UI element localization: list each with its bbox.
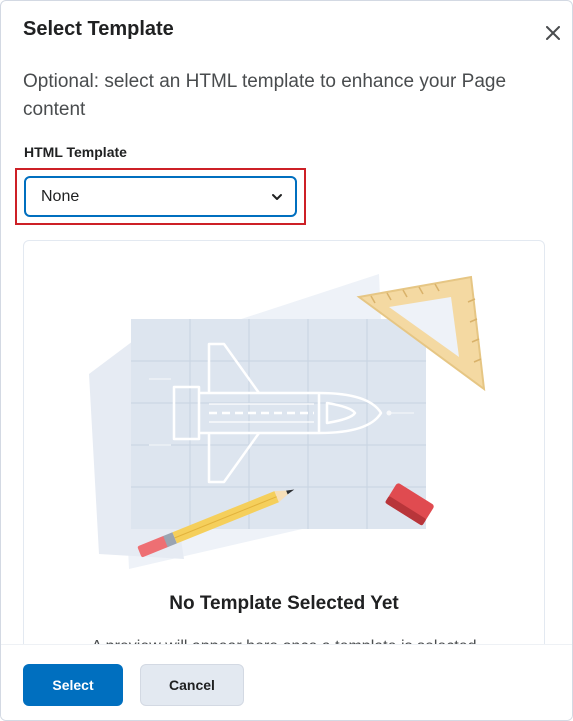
html-template-label: HTML Template (24, 144, 127, 160)
dialog-footer: Select Cancel (1, 644, 572, 720)
close-button[interactable] (541, 21, 565, 45)
close-icon (546, 26, 560, 40)
chevron-down-icon (272, 193, 282, 200)
cancel-button[interactable]: Cancel (140, 664, 244, 706)
template-preview-panel: No Template Selected Yet A preview will … (23, 240, 545, 680)
dialog-description: Optional: select an HTML template to enh… (23, 71, 507, 120)
select-button[interactable]: Select (23, 664, 123, 706)
select-template-dialog: Select Template Optional: select an HTML… (0, 0, 573, 721)
empty-state-title: No Template Selected Yet (169, 593, 399, 614)
selected-template-value: None (41, 187, 80, 205)
dialog-title: Select Template (23, 18, 174, 40)
blueprint-illustration (89, 274, 486, 569)
html-template-select[interactable]: None (24, 176, 297, 217)
